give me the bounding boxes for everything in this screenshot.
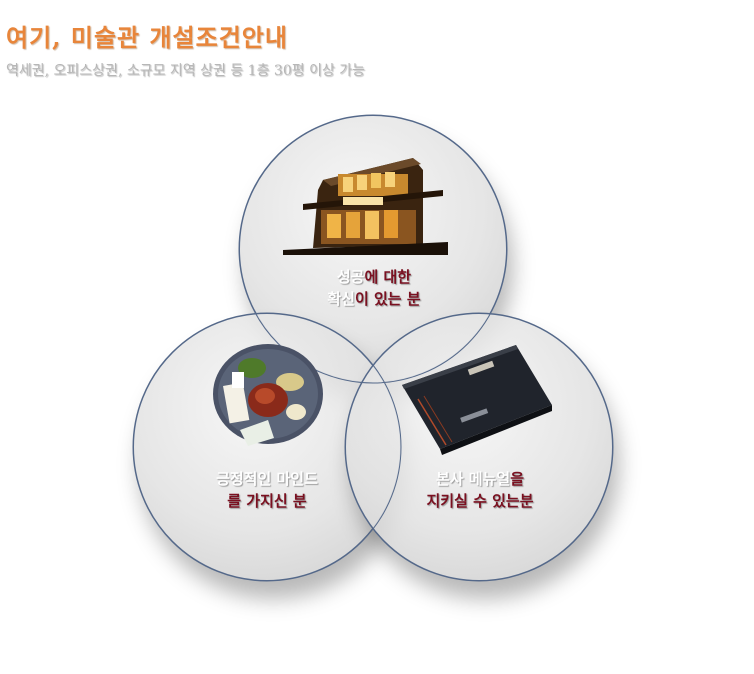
left-label-line1: 긍정적인 마인드 bbox=[216, 470, 318, 488]
top-label-line2-white: 확신 bbox=[327, 290, 355, 308]
top-label-line1-red: 에 대한 bbox=[364, 268, 412, 286]
restaurant-building-photo bbox=[283, 158, 448, 255]
left-circle-label: 긍정적인 마인드 를 가지신 분 bbox=[182, 468, 352, 512]
top-label-line2: 확신이 있는 분 bbox=[290, 288, 458, 310]
right-circle-label: 본사 메뉴얼을 지키실 수 있는분 bbox=[395, 468, 565, 512]
top-label-line1: 성공에 대한 bbox=[290, 266, 458, 288]
page-title: 여기, 미술관 개설조건안내 bbox=[6, 23, 288, 52]
food-plate-photo bbox=[213, 344, 323, 446]
right-label-line2: 지키실 수 있는분 bbox=[426, 492, 534, 510]
right-label-line1-white: 본사 메뉴얼 bbox=[435, 470, 511, 488]
menu-book-photo bbox=[402, 345, 552, 455]
left-label-line2: 를 가지신 분 bbox=[227, 492, 307, 510]
top-label-line2-red: 이 있는 분 bbox=[354, 290, 421, 308]
page-subtitle: 역세권, 오피스상권, 소규모 지역 상권 등 1층 30평 이상 가능 bbox=[6, 63, 366, 79]
right-label-line1: 본사 메뉴얼을 bbox=[395, 468, 565, 490]
top-label-line1-white: 성공 bbox=[336, 268, 365, 286]
right-label-line1-red: 을 bbox=[510, 470, 525, 488]
top-circle-label: 성공에 대한 확신이 있는 분 bbox=[290, 266, 458, 310]
